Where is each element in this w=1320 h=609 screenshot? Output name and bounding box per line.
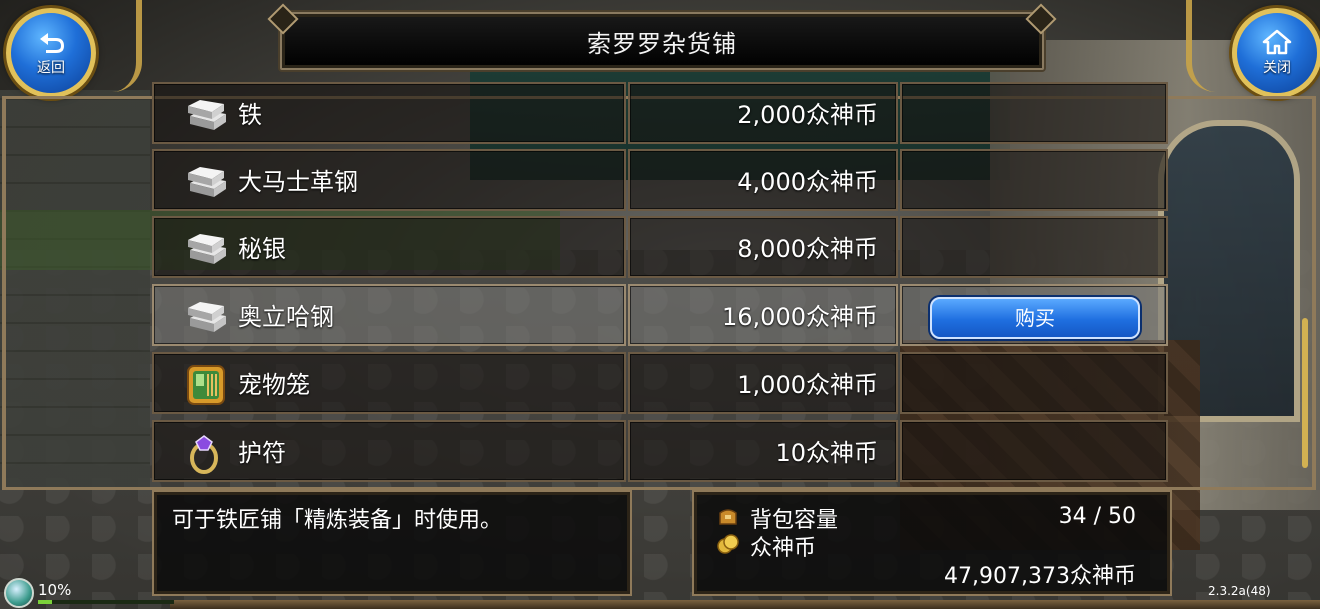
frame-border-left	[2, 99, 6, 487]
version-label: 2.3.2a(48)	[1208, 584, 1271, 598]
item-name: 奥立哈钢	[238, 303, 334, 331]
item-price: 8,000众神币	[737, 235, 878, 263]
back-button-label: 返回	[37, 60, 65, 76]
bag-icon	[719, 509, 737, 525]
item-name-cell: 奥立哈钢	[152, 284, 626, 346]
iron-ingot-icon	[188, 234, 226, 264]
buy-button[interactable]: 购买	[930, 297, 1140, 339]
bag-capacity-value: 34 / 50	[1058, 504, 1136, 529]
item-price-cell: 10众神币	[628, 420, 898, 482]
list-scrollbar[interactable]	[1302, 100, 1310, 480]
coin-icon	[717, 534, 739, 554]
progress-percent: 10%	[38, 581, 72, 599]
item-action-cell: 购买	[900, 284, 1168, 346]
item-price: 10众神币	[775, 439, 878, 467]
bottom-hud-bar	[170, 600, 1320, 609]
scrollbar-thumb[interactable]	[1302, 318, 1308, 468]
item-name: 铁	[238, 101, 262, 129]
shop-item-row[interactable]: 秘银 8,000众神币	[152, 216, 1168, 278]
shop-item-row-selected[interactable]: 奥立哈钢 16,000众神币 购买	[152, 284, 1168, 346]
item-price-cell: 2,000众神币	[628, 82, 898, 144]
shop-item-row[interactable]: 大马士革钢 4,000众神币	[152, 149, 1168, 211]
inventory-panel: 背包容量 34 / 50 众神币 47,907,373众神币	[692, 490, 1172, 596]
item-name-cell: 秘银	[152, 216, 626, 278]
shop-item-row[interactable]: 铁 2,000众神币	[152, 82, 1168, 144]
item-price: 1,000众神币	[737, 371, 878, 399]
item-price-cell: 8,000众神币	[628, 216, 898, 278]
experience-progress: 10%	[4, 578, 174, 608]
item-action-cell	[900, 216, 1168, 278]
item-price: 2,000众神币	[737, 101, 878, 129]
item-name: 护符	[238, 439, 286, 467]
iron-ingot-icon	[188, 100, 226, 130]
item-action-cell	[900, 82, 1168, 144]
item-price-cell: 4,000众神币	[628, 149, 898, 211]
pet-cage-icon	[187, 365, 225, 405]
item-name-cell: 宠物笼	[152, 352, 626, 414]
item-action-cell	[900, 420, 1168, 482]
page-title: 索罗罗杂货铺	[587, 29, 737, 58]
item-description: 可于铁匠铺「精炼装备」时使用。	[172, 508, 503, 533]
shop-item-row[interactable]: 护符 10众神币	[152, 420, 1168, 482]
close-button[interactable]: 关闭	[1232, 8, 1320, 98]
shop-item-row[interactable]: 宠物笼 1,000众神币	[152, 352, 1168, 414]
item-name: 秘银	[238, 235, 286, 263]
home-icon	[1262, 29, 1292, 55]
item-price: 16,000众神币	[722, 303, 878, 331]
currency-label: 众神币	[750, 536, 817, 561]
item-name: 宠物笼	[238, 371, 310, 399]
item-name-cell: 大马士革钢	[152, 149, 626, 211]
item-price: 4,000众神币	[737, 168, 878, 196]
item-action-cell	[900, 352, 1168, 414]
item-name-cell: 护符	[152, 420, 626, 482]
iron-ingot-icon	[188, 302, 226, 332]
amulet-icon	[190, 435, 218, 474]
item-action-cell	[900, 149, 1168, 211]
item-name: 大马士革钢	[238, 168, 358, 196]
progress-bar	[38, 600, 174, 604]
shop-title-banner: 索罗罗杂货铺	[280, 12, 1044, 70]
close-button-label: 关闭	[1263, 60, 1291, 76]
back-arrow-icon	[40, 33, 64, 53]
currency-value: 47,907,373众神币	[944, 564, 1136, 589]
back-button[interactable]: 返回	[6, 8, 96, 98]
frame-ornament-right	[1186, 0, 1236, 92]
iron-ingot-icon	[188, 167, 226, 197]
progress-fill	[38, 600, 52, 604]
experience-orb-icon	[4, 578, 34, 608]
frame-border-right	[1312, 99, 1316, 487]
item-price-cell: 16,000众神币	[628, 284, 898, 346]
item-price-cell: 1,000众神币	[628, 352, 898, 414]
item-description-panel: 可于铁匠铺「精炼装备」时使用。	[152, 490, 632, 596]
item-name-cell: 铁	[152, 82, 626, 144]
